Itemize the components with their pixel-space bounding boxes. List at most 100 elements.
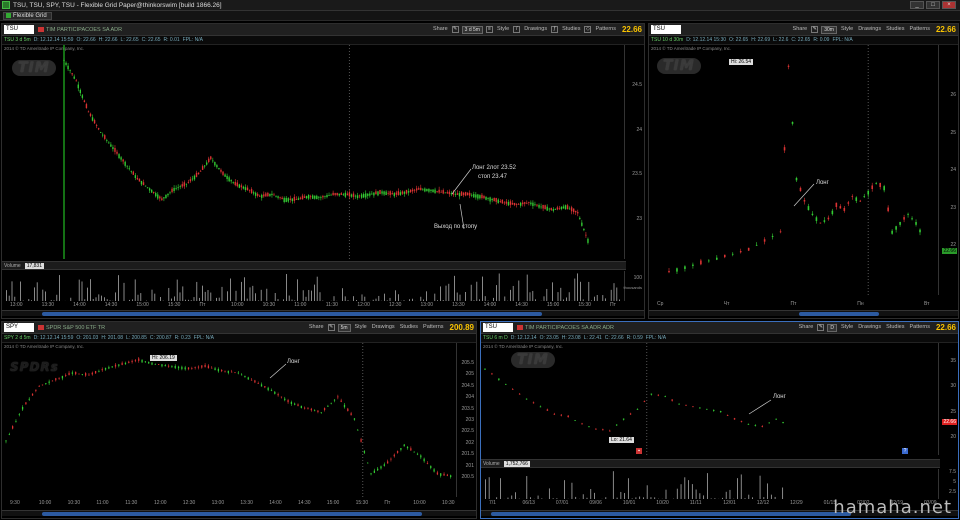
volume-bar <box>510 289 511 301</box>
annotation-long-entry: Лонг 2лот 23.52 <box>472 165 516 171</box>
candle-body <box>511 202 514 205</box>
time-tick: 14:30 <box>104 302 118 308</box>
drawings-button[interactable]: Drawings <box>523 25 548 34</box>
volume-bar <box>465 291 466 301</box>
timeframe-button[interactable]: 3 d 5m <box>461 25 483 34</box>
horizontal-scrollbar[interactable] <box>2 510 476 516</box>
volume-bar <box>706 473 708 499</box>
style-icon[interactable]: ≡ <box>485 26 493 33</box>
horizontal-scrollbar[interactable] <box>649 310 958 316</box>
candle-body <box>116 151 118 154</box>
earnings-event-icon[interactable]: ▪ <box>636 448 642 454</box>
candle-body <box>471 194 473 196</box>
volume-bar <box>36 282 38 301</box>
time-tick: 14:00 <box>483 302 497 308</box>
time-tick: 13:30 <box>452 302 465 308</box>
candle-body <box>208 158 210 162</box>
candle-body <box>81 95 84 98</box>
candle-body <box>442 190 444 194</box>
candle-body <box>585 234 587 236</box>
candle-body <box>324 196 326 198</box>
candle-body <box>432 189 434 193</box>
candle-body <box>216 165 218 168</box>
candle-body <box>473 194 475 198</box>
volume-bar <box>434 293 436 301</box>
volume-chart <box>485 471 784 499</box>
candle-body <box>85 104 88 109</box>
flexible-grid-tab[interactable]: Flexible Grid <box>3 11 52 20</box>
candle-body <box>106 140 108 141</box>
patterns-button[interactable]: Patterns <box>594 25 616 34</box>
price-chart[interactable] <box>2 45 626 259</box>
volume-bar <box>274 293 276 301</box>
volume-bar <box>729 489 731 499</box>
candle-body <box>454 193 457 195</box>
volume-bar <box>230 278 231 301</box>
time-tick: 12:30 <box>388 302 402 308</box>
style-button[interactable]: Style <box>496 25 510 34</box>
volume-bar <box>564 480 565 499</box>
studies-button[interactable]: Studies <box>561 25 581 34</box>
scrollbar-thumb[interactable] <box>799 312 879 316</box>
time-tick: Пт <box>199 302 206 308</box>
question-event-icon[interactable]: ? <box>902 448 908 454</box>
candle-body <box>497 199 499 204</box>
scrollbar-thumb[interactable] <box>42 512 422 516</box>
candle-body <box>479 195 481 199</box>
candle-body <box>79 89 82 94</box>
studies-icon[interactable]: ƒ <box>551 26 559 33</box>
candle-body <box>267 192 269 197</box>
scrollbar-thumb[interactable] <box>42 312 542 316</box>
info-field: L: 22.65 <box>120 37 139 43</box>
maximize-button[interactable]: □ <box>926 1 940 9</box>
volume-bar <box>204 291 206 301</box>
last-price: 22.66 <box>621 25 642 34</box>
candle-body <box>177 187 179 189</box>
volume-bar <box>59 275 60 301</box>
candle-body <box>197 172 200 175</box>
candle-body <box>263 194 265 197</box>
volume-tick: 2.5 <box>949 489 956 495</box>
minimize-button[interactable]: _ <box>910 1 924 9</box>
volume-bar <box>176 279 178 301</box>
volume-bar <box>154 293 156 301</box>
volume-bar <box>316 276 318 301</box>
candle-body <box>444 192 446 194</box>
scrollbar-thumb[interactable] <box>491 512 851 516</box>
patterns-icon[interactable]: ◇ <box>584 26 592 33</box>
candle-body <box>397 191 400 196</box>
candle-body <box>448 191 451 195</box>
candle-body <box>528 202 530 203</box>
candle-body <box>240 185 243 188</box>
volume-bar <box>168 287 170 301</box>
close-button[interactable]: × <box>942 1 956 9</box>
candle-body <box>307 194 310 199</box>
candle-body <box>387 192 389 194</box>
candle-body <box>301 195 304 200</box>
candle-body <box>293 196 296 201</box>
price-axis[interactable]: 24.5 24 23.5 23 <box>624 45 644 259</box>
volume-header: Volume 17,831 <box>2 261 626 270</box>
horizontal-scrollbar[interactable] <box>2 310 644 316</box>
share-button[interactable]: Share <box>432 25 449 34</box>
time-tick: 10:00 <box>231 302 244 308</box>
candle-body <box>189 179 192 182</box>
candle-body <box>67 65 69 70</box>
volume-bar <box>314 284 315 301</box>
chart-panel-spy-2d5m: SPY SPDR S&P 500 ETF TR Share ✎ 5m Style… <box>1 321 477 519</box>
volume-bar <box>518 280 520 301</box>
candle-body <box>566 205 569 210</box>
volume-bar <box>426 291 427 301</box>
candle-body <box>234 181 236 186</box>
wrench-icon[interactable]: ✎ <box>451 26 459 33</box>
grid-icon <box>6 13 11 18</box>
symbol-input[interactable]: TSU <box>4 25 34 34</box>
candle-body <box>362 194 365 198</box>
volume-tick: 7.5 <box>949 469 956 475</box>
time-tick: 14:00 <box>269 500 282 506</box>
candle-body <box>65 62 67 65</box>
drawings-icon[interactable]: / <box>513 26 521 33</box>
candle-body <box>485 196 487 200</box>
candle-body <box>148 188 151 191</box>
volume-bar <box>252 285 254 301</box>
